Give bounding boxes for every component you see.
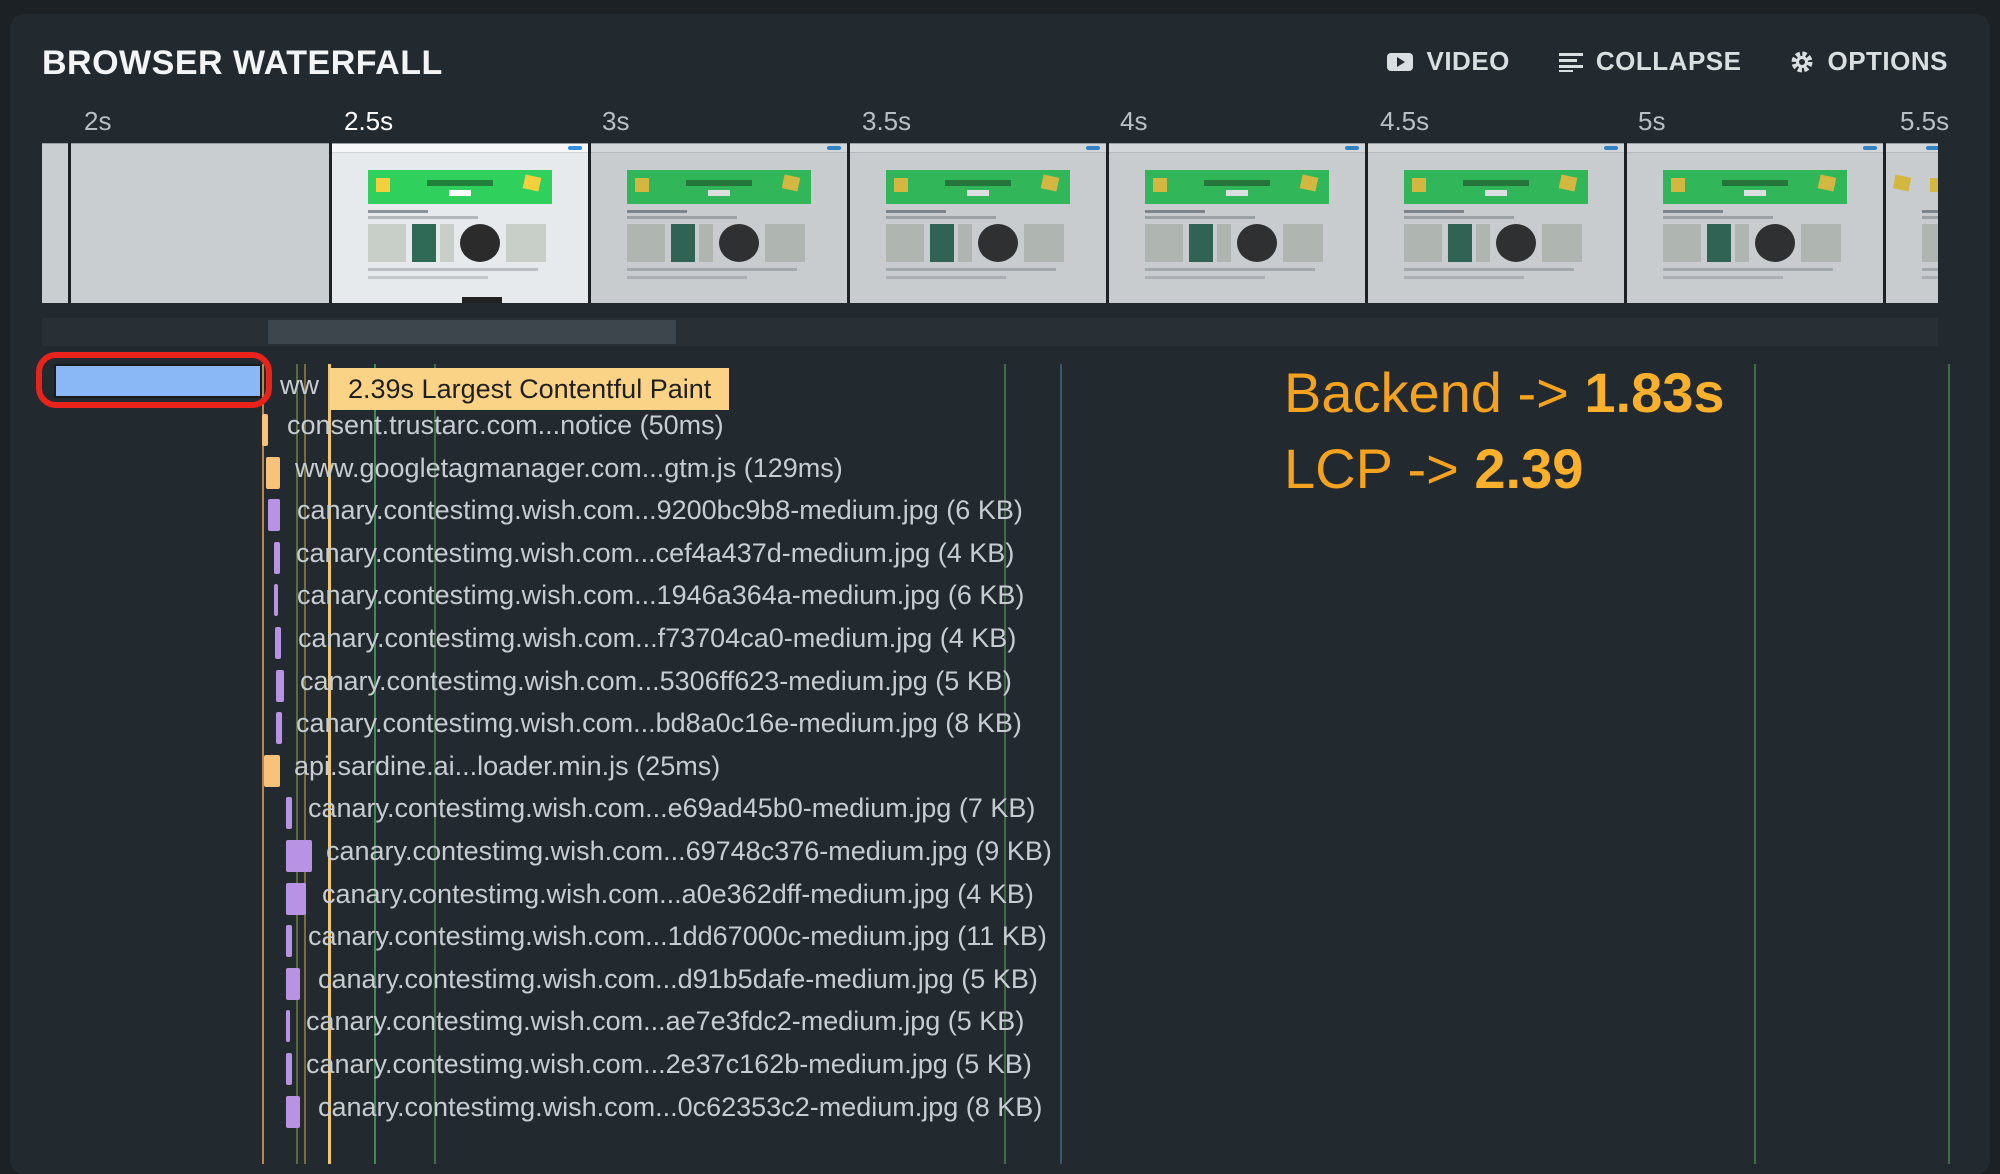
- request-bar[interactable]: [286, 840, 312, 872]
- first-request-label[interactable]: ww: [280, 370, 319, 401]
- request-bar[interactable]: [276, 712, 282, 745]
- request-label[interactable]: canary.contestimg.wish.com...9200bc9b8-m…: [297, 495, 1023, 526]
- request-label[interactable]: canary.contestimg.wish.com...5306ff623-m…: [300, 666, 1012, 697]
- lcp-annotation-value: 2.39: [1474, 437, 1584, 500]
- lcp-annotation: LCP -> 2.39: [1284, 436, 1583, 501]
- filmstrip-frame-thumbnail[interactable]: [332, 143, 588, 303]
- request-bar[interactable]: [286, 1010, 290, 1043]
- filmstrip-frame-thumbnail[interactable]: [1627, 143, 1883, 303]
- request-label[interactable]: canary.contestimg.wish.com...a0e362dff-m…: [322, 879, 1034, 910]
- timeline-tick: 4s: [1120, 106, 1148, 136]
- request-label[interactable]: www.googletagmanager.com...gtm.js (129ms…: [295, 453, 843, 484]
- request-label[interactable]: canary.contestimg.wish.com...f73704ca0-m…: [298, 623, 1016, 654]
- video-icon: [1387, 52, 1414, 71]
- highlight-circle: [36, 352, 272, 408]
- filmstrip-scrollbar-thumb[interactable]: [268, 320, 676, 344]
- request-label[interactable]: canary.contestimg.wish.com...e69ad45b0-m…: [308, 793, 1035, 824]
- request-label[interactable]: api.sardine.ai...loader.min.js (25ms): [294, 751, 720, 782]
- timeline-ruler: 2s 2.5s 3s 3.5s 4s 4.5s 5s 5.5s: [42, 106, 1949, 142]
- request-label[interactable]: canary.contestimg.wish.com...d91b5dafe-m…: [318, 964, 1038, 995]
- options-button[interactable]: OPTIONS: [1789, 46, 1948, 77]
- request-bar[interactable]: [286, 797, 292, 830]
- panel-title: BROWSER WATERFALL: [42, 44, 443, 82]
- video-label: VIDEO: [1426, 46, 1510, 76]
- gear-icon: [1791, 51, 1813, 72]
- request-label[interactable]: canary.contestimg.wish.com...2e37c162b-m…: [306, 1049, 1032, 1080]
- backend-annotation-value: 1.83s: [1584, 361, 1725, 424]
- collapse-label: COLLAPSE: [1595, 46, 1742, 76]
- lcp-marker-label: 2.39s Largest Contentful Paint: [330, 368, 730, 410]
- request-bar[interactable]: [286, 1095, 300, 1128]
- video-button[interactable]: VIDEO: [1386, 46, 1509, 77]
- request-bar[interactable]: [286, 967, 300, 1000]
- request-bar[interactable]: [286, 1053, 292, 1085]
- request-label[interactable]: canary.contestimg.wish.com...1946a364a-m…: [297, 580, 1024, 611]
- request-label[interactable]: canary.contestimg.wish.com...cef4a437d-m…: [296, 538, 1014, 569]
- backend-annotation: Backend -> 1.83s: [1284, 360, 1725, 425]
- options-label: OPTIONS: [1827, 46, 1948, 76]
- filmstrip-frame-thumbnail[interactable]: [850, 143, 1106, 303]
- request-bar[interactable]: [262, 414, 268, 446]
- request-bar[interactable]: [266, 456, 280, 489]
- request-label[interactable]: canary.contestimg.wish.com...bd8a0c16e-m…: [296, 708, 1022, 739]
- filmstrip-blank-frame[interactable]: [71, 143, 329, 303]
- request-label[interactable]: canary.contestimg.wish.com...1dd67000c-m…: [308, 921, 1047, 952]
- request-label[interactable]: canary.contestimg.wish.com...ae7e3fdc2-m…: [306, 1006, 1024, 1037]
- filmstrip-frame-thumbnail[interactable]: [1109, 143, 1365, 303]
- filmstrip-frame-thumbnail[interactable]: [1368, 143, 1624, 303]
- waterfall-toolbar: VIDEO COLLAPSE OPTIONS: [1386, 46, 1948, 77]
- lcp-annotation-prefix: LCP ->: [1284, 437, 1475, 500]
- filmstrip-frame-thumbnail[interactable]: [1886, 143, 1938, 303]
- filmstrip[interactable]: [42, 143, 1938, 303]
- request-bar[interactable]: [274, 584, 278, 617]
- request-label[interactable]: canary.contestimg.wish.com...0c62353c2-m…: [318, 1092, 1042, 1123]
- request-bar[interactable]: [286, 925, 292, 958]
- timeline-tick: 2.5s: [344, 106, 394, 136]
- filmstrip-blank-frame[interactable]: [42, 143, 68, 303]
- request-bar[interactable]: [264, 754, 280, 787]
- timeline-tick: 4.5s: [1380, 106, 1430, 136]
- request-bar[interactable]: [276, 669, 284, 702]
- timeline-tick: 5.5s: [1900, 106, 1950, 136]
- list-icon: [1558, 52, 1583, 72]
- timeline-tick: 3s: [602, 106, 630, 136]
- request-bar[interactable]: [275, 627, 281, 659]
- request-bar[interactable]: [268, 499, 280, 532]
- request-label[interactable]: consent.trustarc.com...notice (50ms): [287, 410, 724, 441]
- timeline-tick: 3.5s: [862, 106, 912, 136]
- request-bar[interactable]: [274, 541, 280, 574]
- timeline-tick: 2s: [84, 106, 112, 136]
- collapse-button[interactable]: COLLAPSE: [1558, 46, 1742, 77]
- request-bar[interactable]: [286, 882, 306, 915]
- backend-annotation-prefix: Backend ->: [1284, 361, 1585, 424]
- timeline-tick: 5s: [1638, 106, 1666, 136]
- filmstrip-frame-thumbnail[interactable]: [591, 143, 847, 303]
- request-label[interactable]: canary.contestimg.wish.com...69748c376-m…: [326, 836, 1052, 867]
